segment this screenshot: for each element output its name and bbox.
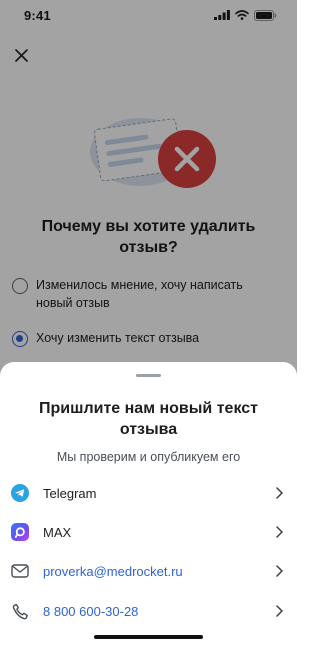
home-indicator (94, 635, 203, 639)
phone-link[interactable]: 8 800 600-30-28 (43, 604, 273, 619)
cellular-signal-icon (214, 10, 230, 20)
contact-telegram[interactable]: Telegram (0, 475, 297, 511)
contact-label: MAX (43, 524, 72, 540)
contact-label: Telegram (43, 485, 97, 501)
telegram-icon (10, 483, 30, 503)
sheet-drag-handle[interactable] (136, 374, 161, 377)
contact-max[interactable]: MAX (0, 514, 297, 550)
chevron-right-icon (273, 486, 285, 500)
status-bar: 9:41 (0, 0, 297, 30)
status-time: 9:41 (24, 7, 51, 23)
battery-icon (254, 9, 277, 21)
contact-phone[interactable]: 8 800 600-30-28 (0, 593, 297, 629)
email-link[interactable]: proverka@medrocket.ru (43, 564, 273, 579)
contact-bottom-sheet: Пришлите нам новый текст отзыва Мы прове… (0, 362, 297, 650)
chevron-right-icon (273, 525, 285, 539)
chevron-right-icon (273, 604, 285, 618)
contact-email[interactable]: proverka@medrocket.ru (0, 553, 297, 589)
status-icons (214, 9, 277, 21)
wifi-icon (235, 10, 249, 20)
max-app-icon (10, 522, 30, 542)
mail-icon (10, 561, 30, 581)
sheet-title: Пришлите нам новый текст отзыва (39, 400, 258, 438)
phone-icon (10, 601, 30, 621)
sheet-subtitle: Мы проверим и опубликуем его (56, 450, 241, 464)
chevron-right-icon (273, 564, 285, 578)
